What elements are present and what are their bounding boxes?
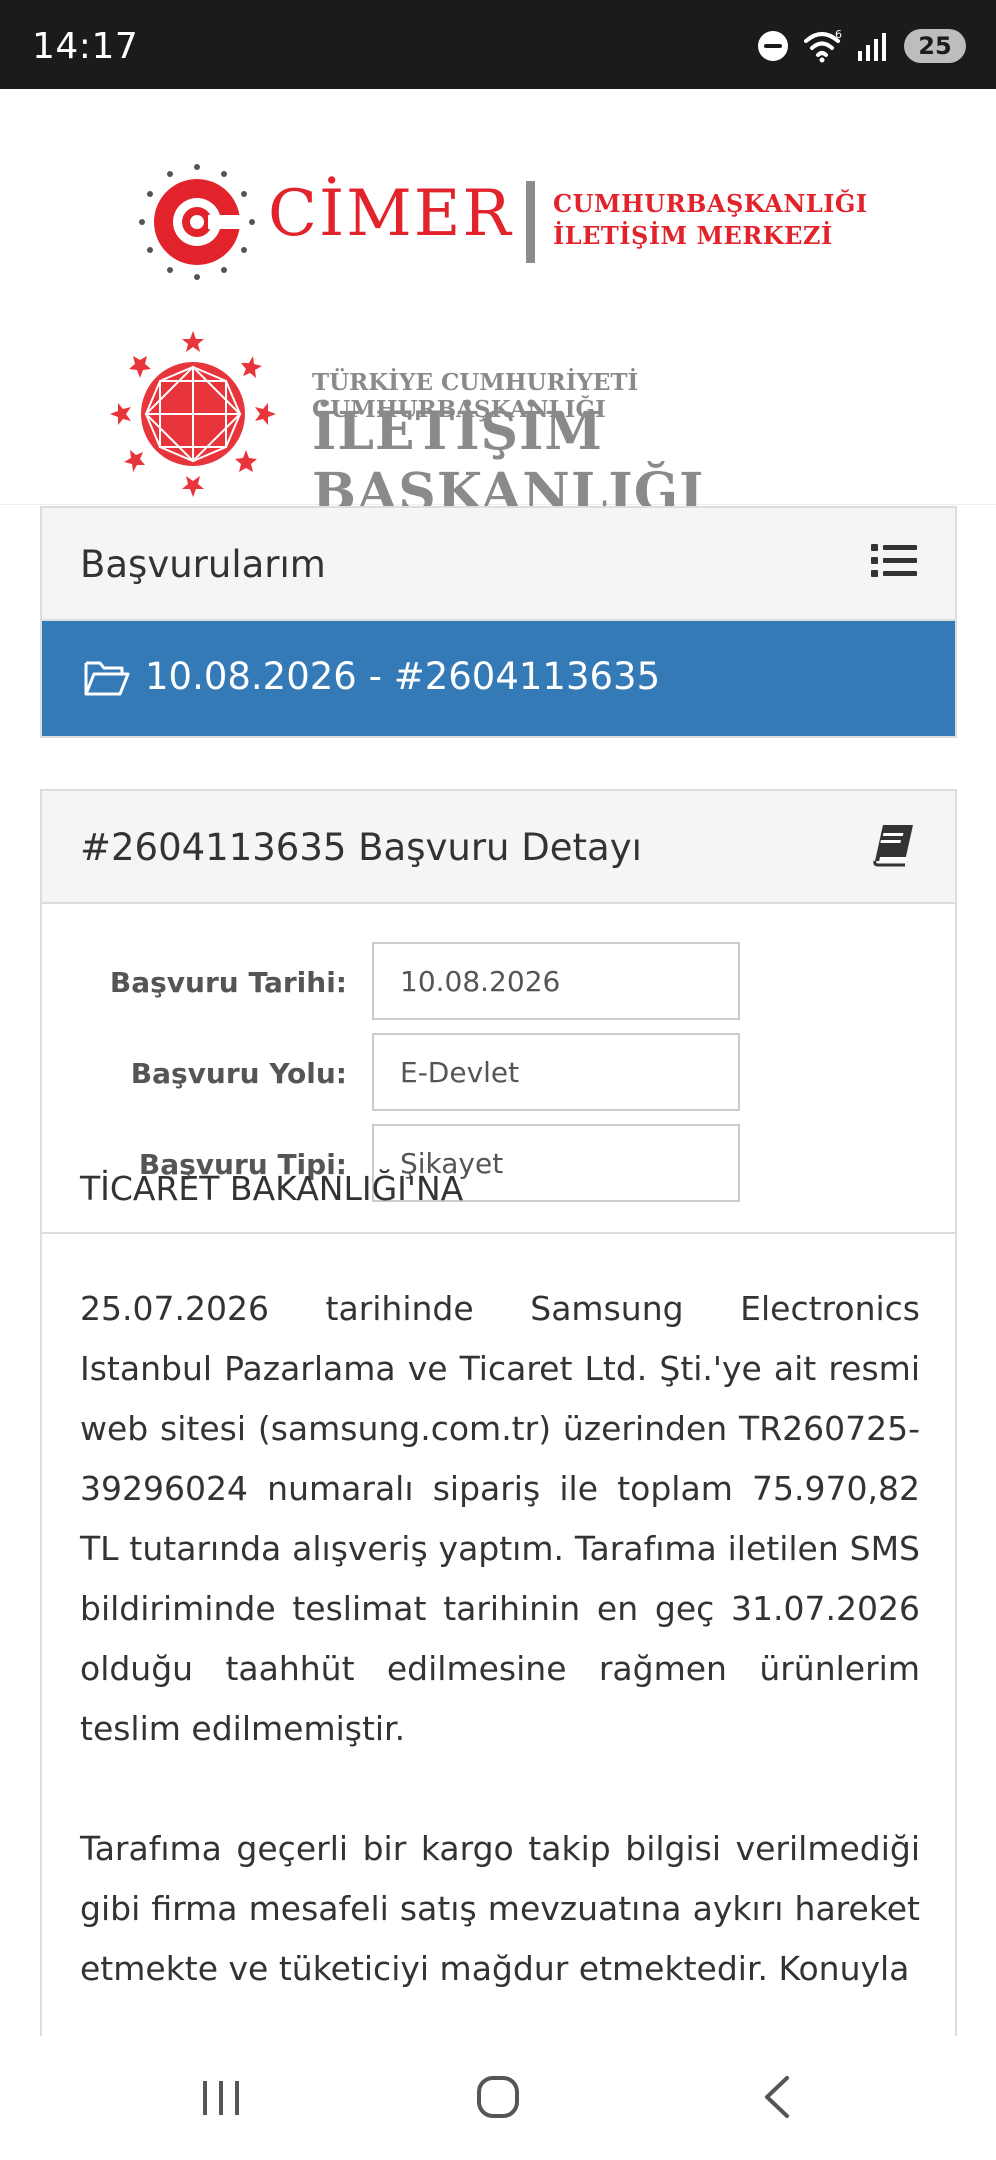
list-icon[interactable] [871, 538, 917, 584]
form-row-date: Başvuru Tarihi: 10.08.2026 [42, 942, 959, 1020]
logo-divider [526, 181, 535, 263]
status-icons: 6 25 [758, 26, 966, 66]
cimer-emblem-icon [139, 164, 255, 280]
content-paragraph-1: 25.07.2026 tarihinde Samsung Electronics… [80, 1289, 920, 1748]
do-not-disturb-icon [758, 31, 788, 61]
signal-icon [858, 33, 886, 61]
navigation-bar [0, 2036, 996, 2160]
application-date-field[interactable]: 10.08.2026 [372, 942, 740, 1020]
application-list-item-active[interactable]: 10.08.2026 - #2604113635 [42, 621, 955, 736]
book-icon [873, 825, 913, 867]
cimer-subtitle-line2: İLETİŞİM MERKEZİ [553, 221, 833, 250]
cimer-wordmark: CİMER [268, 177, 513, 251]
application-date-label: Başvuru Tarihi: [109, 966, 347, 999]
content-paragraph-2: Tarafıma geçerli bir kargo takip bilgisi… [80, 1829, 920, 1988]
applications-panel-heading: Başvurularım [42, 508, 955, 621]
iletisim-baskanligi-logo[interactable]: TÜRKİYE CUMHURİYETİ CUMHURBAŞKANLIĞI İLE… [108, 329, 908, 523]
recent-apps-icon[interactable] [176, 2062, 266, 2132]
home-icon[interactable] [453, 2062, 543, 2132]
iletisim-wordmark: İLETİŞİM BAŞKANLIĞI [312, 401, 705, 523]
battery-icon: 25 [904, 29, 966, 63]
iletisim-emblem-icon [110, 331, 276, 497]
detail-title: #2604113635 Başvuru Detayı [80, 826, 642, 869]
cimer-logo[interactable]: CİMER CUMHURBAŞKANLIĞI İLETİŞİM MERKEZİ [138, 159, 867, 289]
site-header: CİMER CUMHURBAŞKANLIĞI İLETİŞİM MERKEZİ [0, 89, 996, 523]
applications-title: Başvurularım [80, 543, 326, 586]
application-channel-field[interactable]: E-Devlet [372, 1033, 740, 1111]
status-bar: 14:17 6 25 [0, 0, 996, 89]
cimer-subtitle-line1: CUMHURBAŞKANLIĞI [553, 189, 868, 218]
back-icon[interactable] [732, 2062, 822, 2132]
form-row-channel: Başvuru Yolu: E-Devlet [42, 1033, 959, 1111]
status-time: 14:17 [32, 26, 139, 67]
content-addressee: TİCARET BAKANLIĞI'NA [80, 1169, 464, 1208]
application-channel-label: Başvuru Yolu: [130, 1057, 347, 1090]
svg-text:6: 6 [835, 29, 842, 41]
application-item-label: 10.08.2026 - #2604113635 [145, 655, 661, 698]
applications-panel: Başvurularım 10.08.2026 - #2604113635 [40, 506, 957, 738]
folder-open-icon [84, 661, 130, 696]
application-content: TİCARET BAKANLIĞI'NA 25.07.2026 tarihind… [80, 1159, 920, 2059]
detail-panel-heading: #2604113635 Başvuru Detayı [42, 791, 955, 904]
application-detail-panel: #2604113635 Başvuru Detayı Başvuru Tarih… [40, 789, 957, 2160]
wifi-icon: 6 [804, 29, 842, 63]
